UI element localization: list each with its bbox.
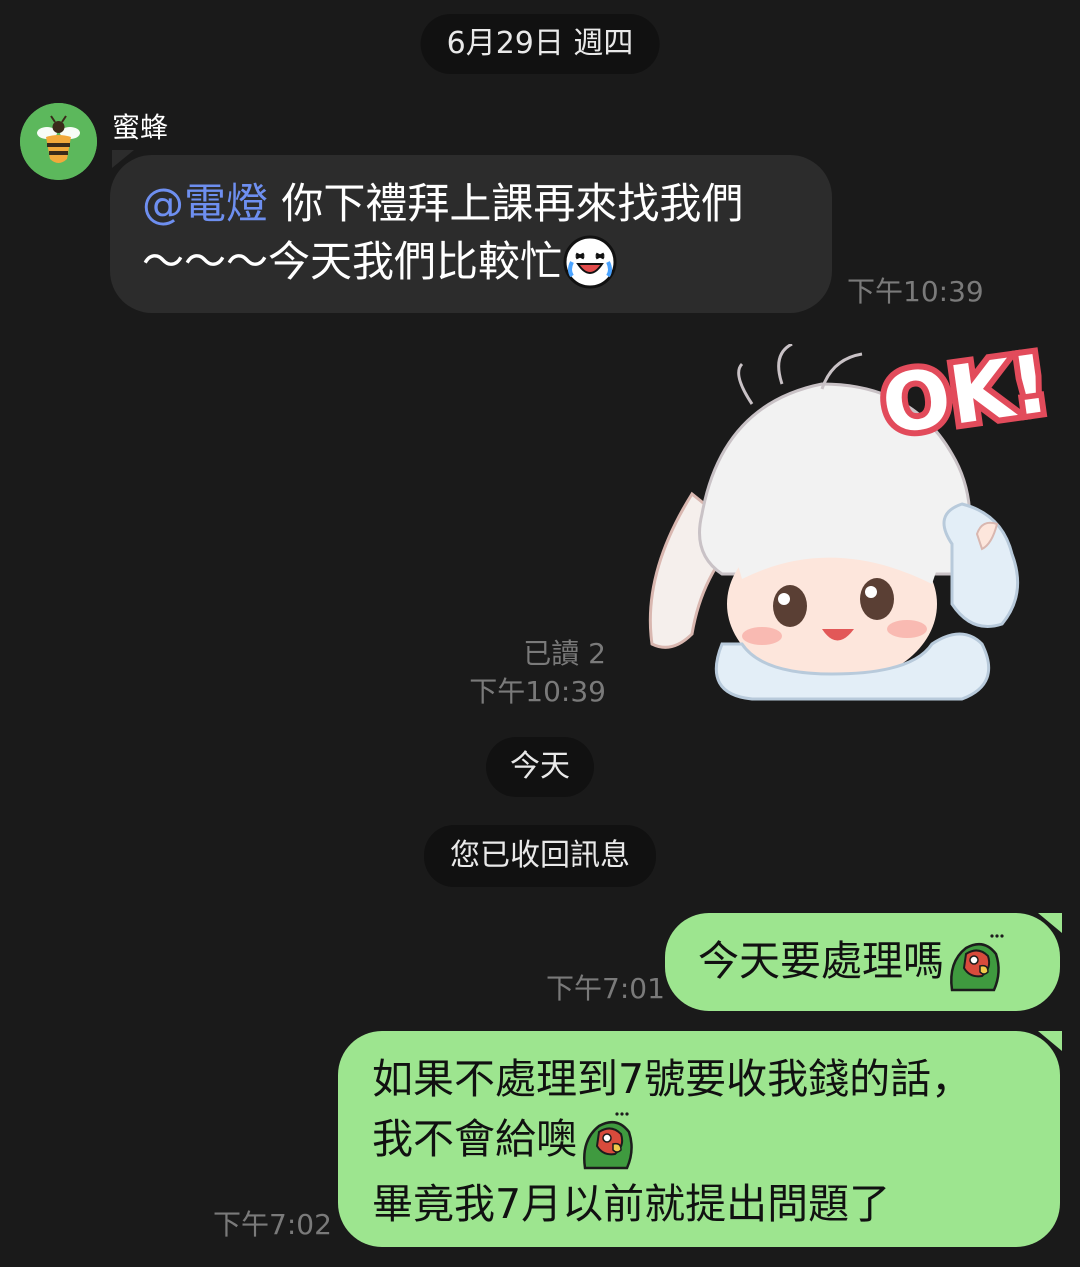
outgoing-2-line-3: 畢竟我7月以前就提出問題了 xyxy=(372,1180,891,1228)
incoming-text-1: 你下禮拜上課再來找我們 xyxy=(268,179,744,228)
parrot-emoji-icon xyxy=(944,932,1004,996)
date-separator: 6月29日 週四 xyxy=(420,14,660,74)
bee-icon xyxy=(20,103,97,180)
outgoing-2-line-1: 如果不處理到7號要收我錢的話， xyxy=(372,1055,973,1103)
outgoing-message-bubble-1[interactable]: 今天要處理嗎 xyxy=(665,913,1060,1011)
incoming-message-line-1: @電燈 你下禮拜上課再來找我們 xyxy=(142,175,804,233)
incoming-text-2: ～～～今天我們比較忙 xyxy=(142,237,563,286)
outgoing-2-timestamp: 下午7:02 xyxy=(213,1208,332,1241)
outgoing-message-1-text: 今天要處理嗎 xyxy=(698,931,1060,996)
incoming-message-bubble[interactable]: @電燈 你下禮拜上課再來找我們 ～～～今天我們比較忙 xyxy=(110,155,832,313)
chat-screen: 6月29日 週四 蜜蜂 @電燈 你下禮拜上課再來找我們 ～～～今天我們比較忙 下… xyxy=(0,0,1080,1267)
incoming-message-line-2: ～～～今天我們比較忙 xyxy=(142,233,804,295)
bee-avatar[interactable] xyxy=(20,103,97,180)
recalled-message-notice: 您已收回訊息 xyxy=(424,825,656,887)
outgoing-message-bubble-2[interactable]: 如果不處理到7號要收我錢的話， 我不會給噢 畢竟我7月以前就提出問題了 xyxy=(338,1031,1060,1247)
today-separator: 今天 xyxy=(486,737,594,797)
outgoing-2-line-2: 我不會給噢 xyxy=(372,1115,577,1163)
outgoing-1-timestamp: 下午7:01 xyxy=(546,972,665,1005)
sticker-ok-text: OK! xyxy=(876,344,1050,452)
sticker-image: OK! xyxy=(648,331,1060,701)
mention-link[interactable]: @電燈 xyxy=(142,179,268,228)
crying-laugh-emoji-icon xyxy=(562,234,618,295)
sticker-timestamp: 下午10:39 xyxy=(469,675,606,708)
read-receipt: 已讀 2 xyxy=(523,637,606,670)
incoming-timestamp: 下午10:39 xyxy=(847,275,984,308)
sender-name: 蜜蜂 xyxy=(112,111,169,144)
ok-bunny-sticker[interactable]: OK! xyxy=(632,331,1060,704)
outgoing-1-line-1: 今天要處理嗎 xyxy=(698,937,944,985)
parrot-emoji-icon xyxy=(577,1110,637,1174)
outgoing-2-line-2-wrap: 我不會給噢 xyxy=(372,1109,1060,1174)
